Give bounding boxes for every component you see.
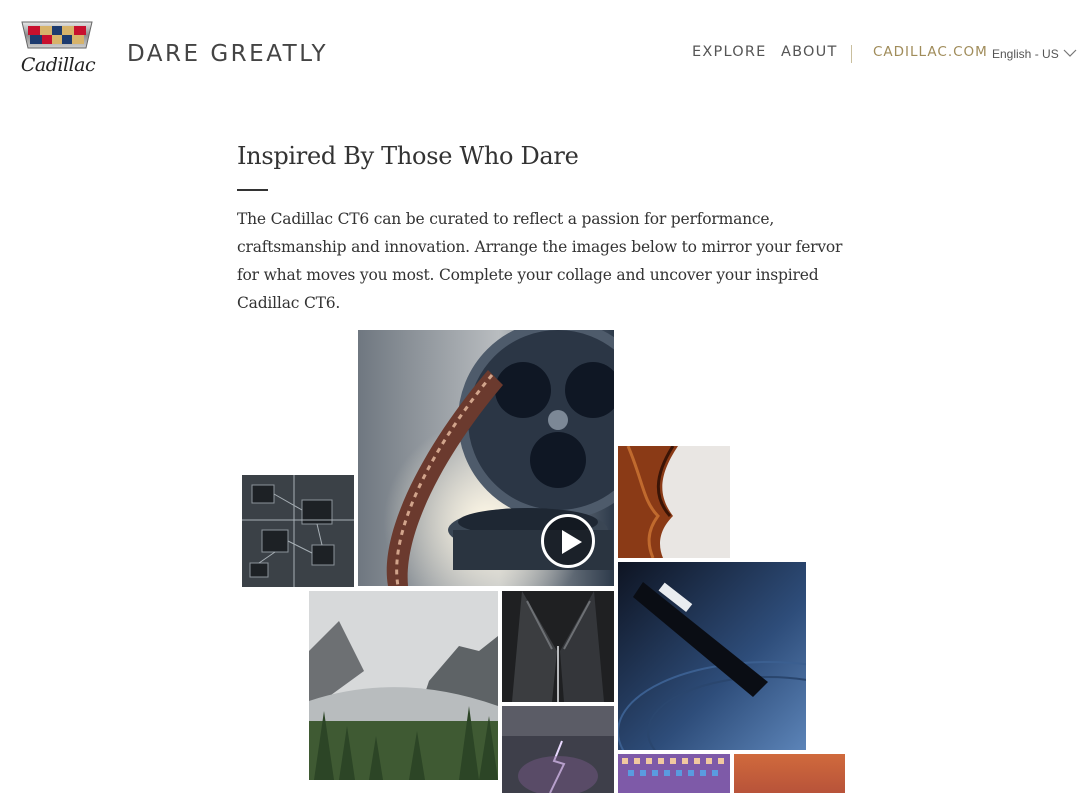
leather-jacket-image[interactable] [502,591,614,702]
light-mosaic-image[interactable] [618,754,730,793]
orange-sunset-image[interactable] [734,754,845,793]
nav-cadillac-link[interactable]: CADILLAC.COM [873,44,988,60]
leather-jacket-icon [502,591,614,702]
play-button[interactable] [541,514,595,568]
play-icon [562,530,582,554]
mountain-valley-icon [309,591,498,780]
circuit-board-image[interactable] [242,475,354,587]
record-player-image[interactable] [618,562,806,750]
turntable-icon [618,562,806,750]
lightning-icon [502,706,614,793]
main-nav: EXPLORE ABOUT CADILLAC.COM English - US [0,44,1083,64]
language-selector[interactable]: English - US [992,47,1059,61]
nav-about-link[interactable]: ABOUT [781,44,838,60]
heading-divider [237,189,268,191]
nav-explore-link[interactable]: EXPLORE [692,44,766,60]
mosaic-icon [618,754,730,793]
violin-image[interactable] [618,446,730,558]
sunset-icon [734,754,845,793]
violin-icon [618,446,730,558]
intro-paragraph: The Cadillac CT6 can be curated to refle… [237,210,843,312]
misty-valley-image[interactable] [309,591,498,780]
nav-divider [851,45,852,63]
chevron-down-icon[interactable] [1063,48,1077,58]
lightning-storm-image[interactable] [502,706,614,793]
circuit-board-icon [242,475,354,587]
page-heading: Inspired By Those Who Dare [237,142,579,170]
